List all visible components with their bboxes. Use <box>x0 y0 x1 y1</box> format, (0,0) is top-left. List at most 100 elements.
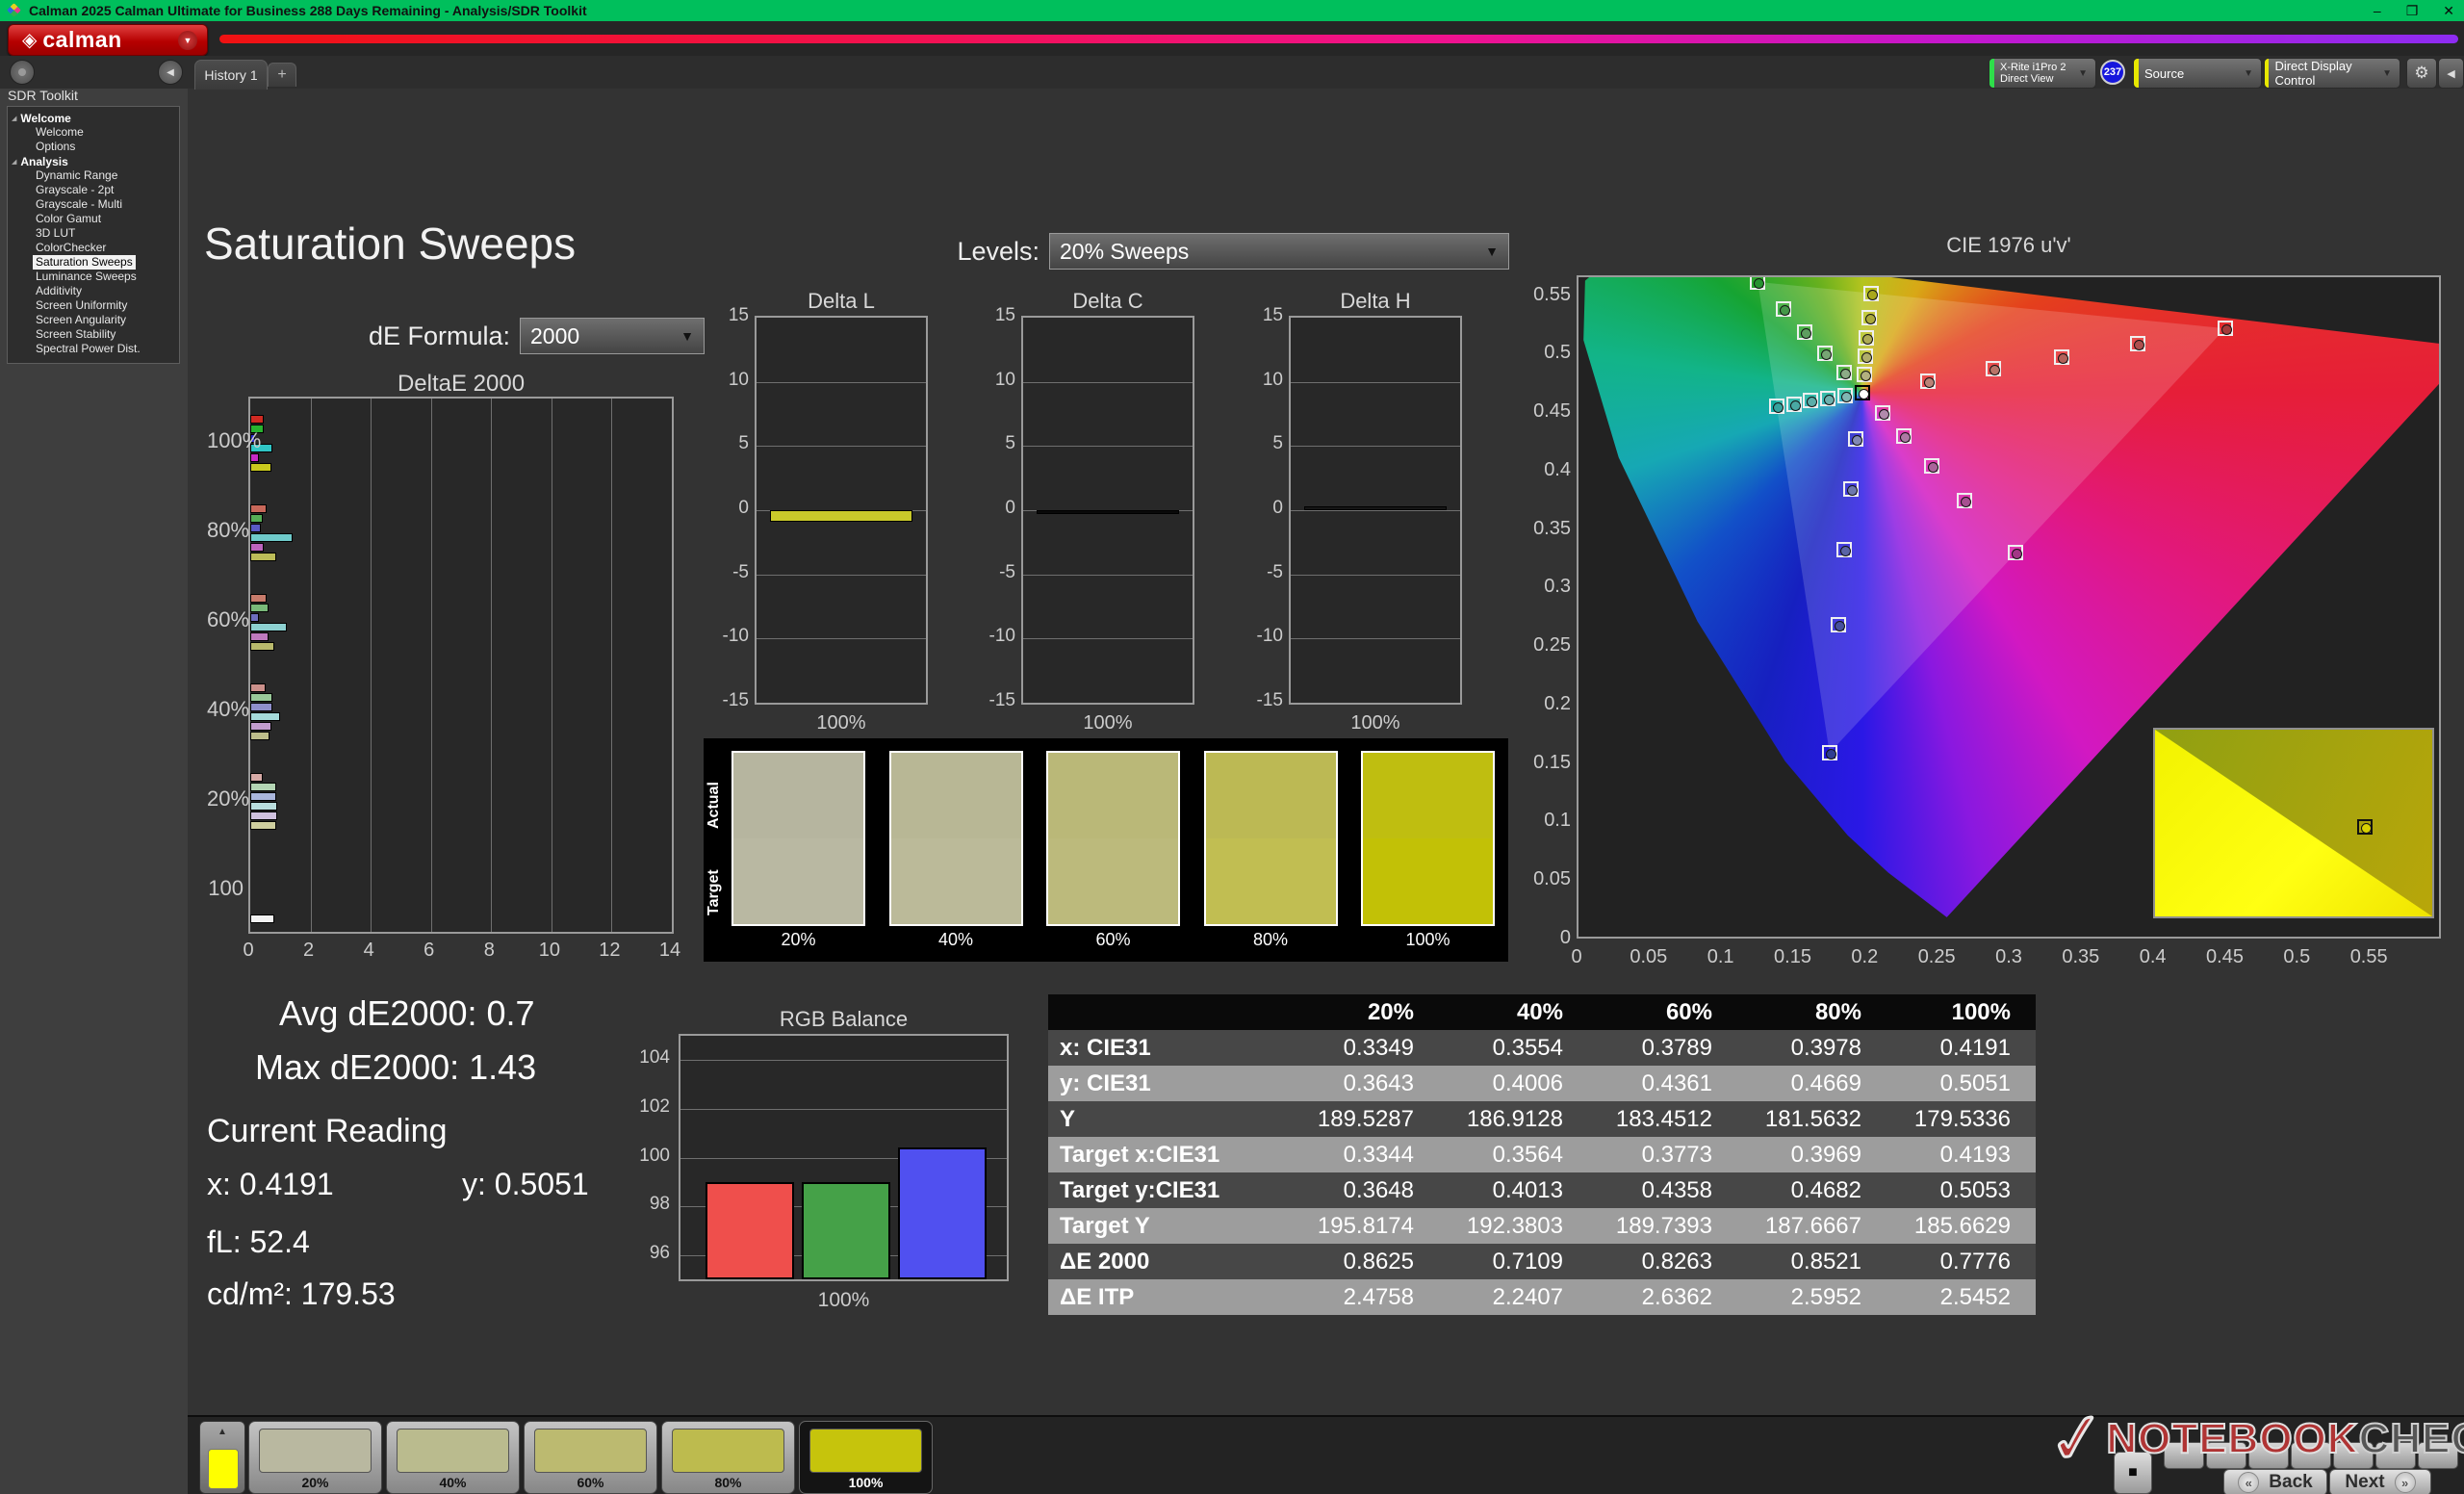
meter-dropdown[interactable]: X-Rite i1Pro 2 Direct View ▼ <box>1989 58 2096 89</box>
pattern-button-20[interactable]: 20% <box>248 1421 382 1494</box>
cie-point-dot <box>1754 278 1764 289</box>
delta-c-chart: Delta C151050-5-10-15100% <box>977 289 1208 751</box>
deltae-bar <box>250 613 259 622</box>
tab-history-1[interactable]: History 1 <box>194 60 268 90</box>
sidebar-item-additivity[interactable]: Additivity <box>33 284 85 298</box>
table-cell: 183.4512 <box>1588 1106 1737 1133</box>
actual-swatch <box>1048 753 1178 838</box>
table-cell: 187.6667 <box>1737 1213 1886 1240</box>
y-tick-label: -15 <box>977 690 1015 711</box>
pattern-button-100[interactable]: 100% <box>799 1421 933 1494</box>
sidebar-item-welcome[interactable]: Welcome <box>33 125 87 140</box>
table-cell: 0.8625 <box>1290 1249 1439 1275</box>
actual-row-label: Actual <box>706 763 725 848</box>
sidebar-item-luminance-sweeps[interactable]: Luminance Sweeps <box>33 270 140 284</box>
x-tick-label: 0.1 <box>1697 946 1745 968</box>
de-formula-select[interactable]: 2000 ▼ <box>520 318 705 354</box>
x-tick-label: 0.05 <box>1625 946 1673 968</box>
stop-button[interactable]: ■ <box>2114 1452 2152 1494</box>
table-cell: 0.3773 <box>1588 1142 1737 1169</box>
table-column-header: 60% <box>1588 999 1737 1026</box>
table-cell: 2.5452 <box>1886 1284 2036 1311</box>
toolbar-mini-button[interactable] <box>2248 1442 2289 1469</box>
table-cell: 0.3349 <box>1290 1035 1439 1062</box>
sidebar-item-screen-angularity[interactable]: Screen Angularity <box>33 313 129 327</box>
sidebar-item-screen-stability[interactable]: Screen Stability <box>33 327 118 342</box>
cie-point-dot <box>1900 432 1911 443</box>
pattern-button-80[interactable]: 80% <box>661 1421 795 1494</box>
gridline <box>1291 510 1460 511</box>
display-status-strip <box>2265 59 2269 88</box>
source-dropdown[interactable]: Source ▼ <box>2133 58 2262 89</box>
sidebar-item-grayscale-2pt[interactable]: Grayscale - 2pt <box>33 183 116 197</box>
sidebar-item-dynamic-range[interactable]: Dynamic Range <box>33 168 120 183</box>
gridline <box>757 575 926 576</box>
swatch-level-label: 100% <box>1361 930 1495 950</box>
sidebar-group-analysis[interactable]: ◢Analysis <box>12 154 179 168</box>
cie-point-dot <box>2012 549 2022 559</box>
minimize-icon[interactable]: – <box>2374 0 2381 21</box>
pattern-window-panel[interactable]: ▲ <box>199 1421 245 1494</box>
actual-swatch <box>733 753 863 838</box>
calman-window: Calman 2025 Calman Ultimate for Business… <box>0 0 2464 1494</box>
display-control-dropdown[interactable]: Direct Display Control ▼ <box>2264 58 2400 89</box>
gridline <box>431 399 432 932</box>
toolbar-mini-button[interactable] <box>2333 1442 2374 1469</box>
cie-point <box>1875 405 1890 421</box>
sidebar-item-options[interactable]: Options <box>33 140 78 154</box>
toolbar-mini-button[interactable] <box>2291 1442 2331 1469</box>
table-cell: 0.3789 <box>1588 1035 1737 1062</box>
maximize-icon[interactable]: ❐ <box>2406 0 2419 21</box>
pattern-swatch <box>534 1429 647 1473</box>
deltae-plot-area <box>248 397 674 934</box>
table-cell: 0.3643 <box>1290 1070 1439 1097</box>
calman-menu-button[interactable]: ◈ calman ▼ <box>8 24 208 56</box>
close-icon[interactable]: ✕ <box>2443 0 2454 21</box>
levels-select[interactable]: 20% Sweeps ▼ <box>1049 233 1509 270</box>
settings-gear-button[interactable]: ⚙ <box>2406 58 2437 89</box>
panel-collapse-button[interactable]: ◀ <box>2438 58 2464 89</box>
cie-point-dot <box>1840 369 1851 379</box>
delta-l-chart: Delta L151050-5-10-15100% <box>710 289 941 751</box>
cie-point <box>1817 346 1833 361</box>
cie-point <box>1957 493 1972 508</box>
y-tick-label: 15 <box>977 305 1015 326</box>
toolbar-mini-button[interactable] <box>2375 1442 2416 1469</box>
sidebar-item-color-gamut[interactable]: Color Gamut <box>33 212 104 226</box>
pattern-button-60[interactable]: 60% <box>524 1421 657 1494</box>
gridline <box>1291 382 1460 383</box>
toolbar-mini-button[interactable] <box>2164 1442 2204 1469</box>
toolbar-mini-button[interactable] <box>2418 1442 2458 1469</box>
sidebar-item-spectral-power-dist[interactable]: Spectral Power Dist. <box>33 342 143 356</box>
sidebar-item-saturation-sweeps[interactable]: Saturation Sweeps <box>33 255 136 270</box>
current-pattern-swatch <box>208 1449 239 1489</box>
next-button[interactable]: Next » <box>2329 1469 2431 1494</box>
sidebar-group-welcome[interactable]: ◢Welcome <box>12 111 179 125</box>
x-tick-label: 0.25 <box>1912 946 1961 968</box>
cie-1976-chart: CIE 1976 u'v'00.050.10.150.20.250.30.350… <box>1521 231 2464 992</box>
up-arrow-icon[interactable]: ▲ <box>200 1422 244 1443</box>
add-tab-button[interactable]: + <box>268 63 296 87</box>
table-row-target-y: Target Y195.8174192.3803189.7393187.6667… <box>1048 1208 2036 1244</box>
sidebar-collapse-button[interactable]: ◀ <box>158 60 183 85</box>
deltae-bar <box>250 712 280 721</box>
sidebar-item-screen-uniformity[interactable]: Screen Uniformity <box>33 298 130 313</box>
max-de2000-value: Max dE2000: 1.43 <box>255 1047 536 1088</box>
sidebar-pin-button[interactable] <box>10 60 35 85</box>
sidebar-group-label: Analysis <box>20 155 67 168</box>
table-cell: 0.8263 <box>1588 1249 1737 1275</box>
back-button[interactable]: « Back <box>2223 1469 2327 1494</box>
chevron-down-icon: ▼ <box>178 31 197 50</box>
y-tick-label: 10 <box>1245 370 1283 391</box>
toolbar-mini-button[interactable] <box>2206 1442 2246 1469</box>
x-tick-label: 0.35 <box>2057 946 2105 968</box>
cie-point <box>2008 545 2023 560</box>
sidebar-item-3d-lut[interactable]: 3D LUT <box>33 226 78 241</box>
cie-point <box>1896 428 1912 444</box>
level-label: 100% <box>207 428 244 453</box>
sidebar-item-grayscale-multi[interactable]: Grayscale - Multi <box>33 197 125 212</box>
cie-point-dot <box>2058 353 2068 364</box>
pattern-button-40[interactable]: 40% <box>386 1421 520 1494</box>
x-tick-label: 0.3 <box>1985 946 2033 968</box>
sidebar-item-colorchecker[interactable]: ColorChecker <box>33 241 109 255</box>
